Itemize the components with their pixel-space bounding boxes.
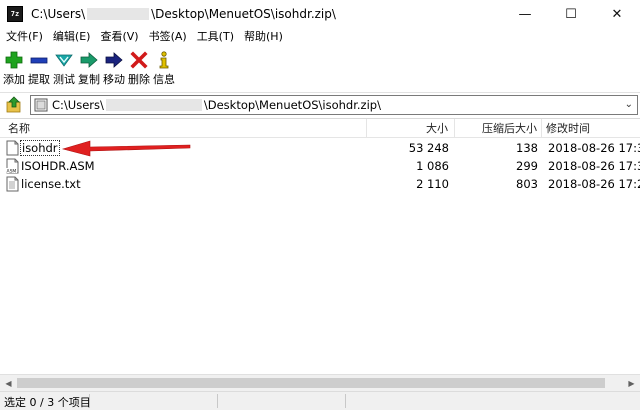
column-packed-size[interactable]: 压缩后大小 bbox=[455, 119, 542, 138]
address-suffix: \Desktop\MenuetOS\isohdr.zip\ bbox=[203, 98, 381, 112]
test-button[interactable]: 测试 bbox=[52, 47, 76, 87]
menu-bookmarks[interactable]: 书签(A) bbox=[145, 28, 191, 46]
list-item[interactable]: license.txt 2 110 803 2018-08-26 17:28 bbox=[0, 175, 640, 193]
minimize-button[interactable]: — bbox=[502, 0, 548, 28]
file-icon bbox=[6, 140, 19, 156]
title-path-suffix: \Desktop\MenuetOS\isohdr.zip\ bbox=[151, 7, 336, 21]
file-name: license.txt bbox=[21, 177, 81, 191]
extract-button[interactable]: 提取 bbox=[27, 47, 51, 87]
chevron-down-icon[interactable]: ⌄ bbox=[625, 99, 633, 110]
file-size: 1 086 bbox=[416, 159, 449, 173]
info-button[interactable]: 信息 bbox=[152, 47, 176, 87]
address-bar: C:\Users\ \Desktop\MenuetOS\isohdr.zip\ ⌄ bbox=[0, 92, 640, 116]
asm-file-icon: ASM bbox=[6, 158, 19, 174]
title-bar: 7z C:\Users\ \Desktop\MenuetOS\isohdr.zip… bbox=[0, 0, 640, 28]
move-label: 移动 bbox=[103, 73, 125, 86]
add-icon bbox=[5, 51, 23, 69]
file-packed-size: 803 bbox=[516, 177, 538, 191]
close-button[interactable]: ✕ bbox=[594, 0, 640, 28]
menu-edit[interactable]: 编辑(E) bbox=[49, 28, 95, 46]
file-modified: 2018-08-26 17:28 bbox=[548, 177, 640, 191]
address-prefix: C:\Users\ bbox=[52, 98, 104, 112]
title-path-prefix: C:\Users\ bbox=[31, 7, 86, 21]
delete-icon bbox=[130, 51, 148, 69]
folder-up-button[interactable] bbox=[3, 94, 25, 116]
text-file-icon bbox=[6, 176, 19, 192]
menu-help[interactable]: 帮助(H) bbox=[240, 28, 287, 46]
file-modified: 2018-08-26 17:39 bbox=[548, 159, 640, 173]
archive-icon bbox=[34, 98, 48, 112]
status-bar: 选定 0 / 3 个项目 bbox=[0, 391, 640, 410]
copy-icon bbox=[80, 52, 98, 68]
file-size: 2 110 bbox=[416, 177, 449, 191]
horizontal-scrollbar[interactable]: ◀ ▶ bbox=[0, 374, 640, 391]
menu-view[interactable]: 查看(V) bbox=[96, 28, 142, 46]
redacted-username bbox=[105, 99, 202, 111]
extract-icon bbox=[30, 57, 48, 64]
file-modified: 2018-08-26 17:39 bbox=[548, 141, 640, 155]
info-icon bbox=[159, 51, 169, 69]
column-modified[interactable]: 修改时间 bbox=[546, 119, 640, 138]
test-label: 测试 bbox=[53, 73, 75, 86]
menu-file[interactable]: 文件(F) bbox=[2, 28, 47, 46]
app-icon: 7z bbox=[7, 6, 23, 22]
file-packed-size: 138 bbox=[516, 141, 538, 155]
add-label: 添加 bbox=[3, 73, 25, 86]
scroll-right-icon[interactable]: ▶ bbox=[623, 375, 640, 392]
menu-bar: 文件(F) 编辑(E) 查看(V) 书签(A) 工具(T) 帮助(H) bbox=[0, 28, 640, 46]
copy-button[interactable]: 复制 bbox=[77, 47, 101, 87]
delete-label: 删除 bbox=[128, 73, 150, 86]
toolbar: 添加 提取 测试 复制 移动 删除 信息 bbox=[0, 47, 640, 89]
folder-up-icon bbox=[6, 95, 21, 112]
extract-label: 提取 bbox=[28, 73, 50, 86]
window-title: C:\Users\ \Desktop\MenuetOS\isohdr.zip\ bbox=[31, 7, 336, 21]
copy-label: 复制 bbox=[78, 73, 100, 86]
selection-status: 选定 0 / 3 个项目 bbox=[4, 396, 91, 409]
redacted-username bbox=[87, 8, 150, 20]
info-label: 信息 bbox=[153, 73, 175, 86]
annotation-arrow-icon bbox=[61, 140, 191, 157]
test-icon bbox=[55, 54, 73, 67]
file-size: 53 248 bbox=[408, 141, 449, 155]
maximize-button[interactable]: ☐ bbox=[548, 0, 594, 28]
column-size[interactable]: 大小 bbox=[367, 119, 455, 138]
delete-button[interactable]: 删除 bbox=[127, 47, 151, 87]
svg-text:ASM: ASM bbox=[7, 169, 17, 175]
address-path: C:\Users\ \Desktop\MenuetOS\isohdr.zip\ bbox=[52, 98, 381, 112]
scroll-left-icon[interactable]: ◀ bbox=[0, 375, 17, 392]
scrollbar-thumb[interactable] bbox=[17, 378, 605, 388]
file-name: isohdr bbox=[20, 140, 60, 156]
file-packed-size: 299 bbox=[516, 159, 538, 173]
address-field[interactable]: C:\Users\ \Desktop\MenuetOS\isohdr.zip\ ⌄ bbox=[30, 95, 638, 115]
menu-tools[interactable]: 工具(T) bbox=[193, 28, 238, 46]
move-icon bbox=[105, 52, 123, 68]
add-button[interactable]: 添加 bbox=[2, 47, 26, 87]
move-button[interactable]: 移动 bbox=[102, 47, 126, 87]
